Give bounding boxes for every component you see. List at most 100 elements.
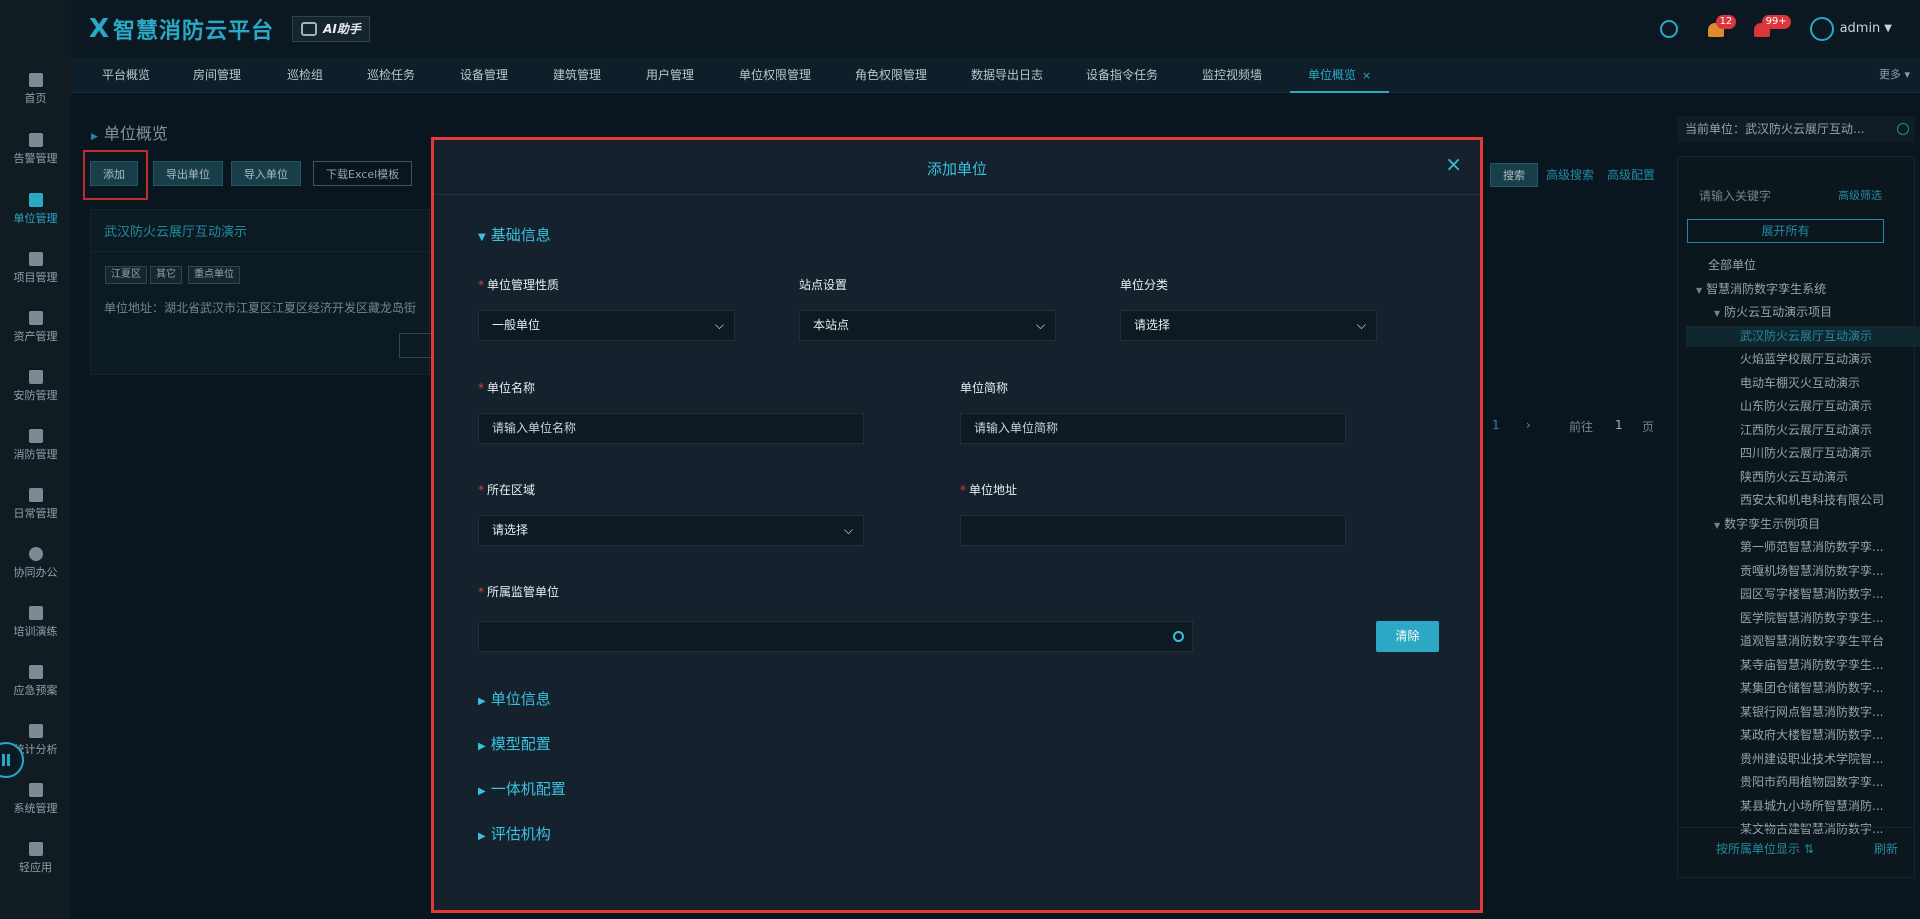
- tab-patrol-group[interactable]: 巡检组: [287, 57, 323, 93]
- tab-unit-permission[interactable]: 单位权限管理: [739, 57, 811, 93]
- nav-item-asset[interactable]: 资产管理: [0, 298, 71, 356]
- tab-video-wall[interactable]: 监控视频墙: [1202, 57, 1262, 93]
- region-label-text: 所在区域: [487, 483, 536, 497]
- nav-item-project[interactable]: 项目管理: [0, 239, 71, 297]
- mgmt-nature-label: * 单位管理性质: [478, 276, 559, 293]
- caret-right-icon: ▶: [478, 831, 486, 842]
- close-icon[interactable]: ×: [1445, 154, 1462, 174]
- warning-badge: 12: [1715, 14, 1737, 29]
- region-value: 请选择: [492, 523, 529, 537]
- logo-mark: X: [89, 13, 110, 44]
- section-unit-info-label: 单位信息: [490, 690, 551, 708]
- nav-item-fire[interactable]: 消防管理: [0, 416, 71, 474]
- nav-item-home[interactable]: 首页: [0, 60, 71, 118]
- mgmt-nature-label-text: 单位管理性质: [487, 278, 560, 292]
- tab-role-permission[interactable]: 角色权限管理: [855, 57, 927, 93]
- emergency-icon: [28, 664, 43, 679]
- tab-device[interactable]: 设备管理: [460, 57, 508, 93]
- top-header: X 智慧消防云平台 AI助手 12 99+ admin ▼: [71, 0, 1920, 57]
- tab-room[interactable]: 房间管理: [193, 57, 241, 93]
- nav-item-unit[interactable]: 单位管理: [0, 180, 71, 238]
- nav-item-system[interactable]: 系统管理: [0, 770, 71, 828]
- calendar-icon: [28, 487, 43, 502]
- chevron-down-icon: ⌵: [1035, 318, 1045, 332]
- supervisor-label-text: 所属监管单位: [487, 585, 560, 599]
- required-mark: *: [960, 483, 966, 497]
- ai-assistant-label: AI助手: [323, 22, 361, 36]
- shield-icon: [28, 369, 43, 384]
- section-integrated-config-label: 一体机配置: [490, 780, 566, 798]
- chevron-down-icon[interactable]: ▼: [1884, 23, 1892, 34]
- user-name[interactable]: admin: [1840, 21, 1881, 36]
- short-name-input[interactable]: 请输入单位简称: [960, 413, 1346, 444]
- ai-assistant-button[interactable]: AI助手: [292, 15, 370, 42]
- section-basic-info-label: 基础信息: [490, 226, 551, 244]
- dialog-title: 添加单位: [926, 160, 987, 178]
- mgmt-nature-select[interactable]: 一般单位 ⌵: [478, 310, 735, 341]
- region-label: * 所在区域: [478, 481, 535, 498]
- apps-icon: [28, 841, 43, 856]
- header-actions: 12 99+ admin ▼: [1659, 0, 1920, 57]
- app-root: 首页 告警管理 单位管理 项目管理 资产管理 安防管理 消防管理 日常管理 协同…: [0, 0, 1920, 919]
- unit-icon: [28, 192, 43, 207]
- supervisor-input[interactable]: [478, 621, 1193, 652]
- region-select[interactable]: 请选择 ⌵: [478, 515, 864, 546]
- voice-bar-icon: [2, 754, 5, 766]
- alarm-notification[interactable]: 99+: [1753, 14, 1791, 37]
- mgmt-nature-value: 一般单位: [492, 318, 541, 332]
- chevron-down-icon: ⌵: [1356, 318, 1366, 332]
- chevron-down-icon: ⌵: [714, 318, 724, 332]
- caret-right-icon: ▶: [478, 786, 486, 797]
- nav-item-security[interactable]: 安防管理: [0, 357, 71, 415]
- required-mark: *: [478, 483, 484, 497]
- station-value: 本站点: [813, 318, 850, 332]
- search-icon[interactable]: [1173, 631, 1184, 642]
- tab-user[interactable]: 用户管理: [646, 57, 694, 93]
- nav-item-office[interactable]: 协同办公: [0, 534, 71, 592]
- search-icon[interactable]: [1659, 19, 1678, 38]
- avatar[interactable]: [1809, 16, 1834, 41]
- chart-icon: [28, 723, 43, 738]
- caret-down-icon: ▼: [478, 232, 486, 243]
- nav-item-daily[interactable]: 日常管理: [0, 475, 71, 533]
- address-input[interactable]: [960, 515, 1346, 546]
- training-icon: [28, 605, 43, 620]
- section-model-config-label: 模型配置: [490, 735, 551, 753]
- asset-icon: [28, 310, 43, 325]
- unit-name-input[interactable]: 请输入单位名称: [478, 413, 864, 444]
- section-unit-info[interactable]: ▶ 单位信息: [478, 688, 551, 709]
- nav-item-lightapp[interactable]: 轻应用: [0, 829, 71, 887]
- tab-unit-overview-label: 单位概览: [1308, 68, 1357, 82]
- alarm-badge: 99+: [1761, 14, 1791, 29]
- warning-notification[interactable]: 12: [1707, 14, 1737, 37]
- tabs-more[interactable]: 更多 ▾: [1879, 57, 1910, 93]
- logo-text: 智慧消防云平台: [113, 18, 275, 44]
- tab-device-command[interactable]: 设备指令任务: [1086, 57, 1158, 93]
- tab-platform-overview[interactable]: 平台概览: [102, 57, 150, 93]
- section-assessment[interactable]: ▶ 评估机构: [478, 823, 551, 844]
- dialog-header: 添加单位 ×: [434, 140, 1480, 195]
- required-mark: *: [478, 381, 484, 395]
- tab-building[interactable]: 建筑管理: [553, 57, 601, 93]
- address-label: * 单位地址: [960, 481, 1017, 498]
- add-unit-dialog: 添加单位 × ▼ 基础信息 * 单位管理性质 一般单位 ⌵ 站点设置 本站点 ⌵ 单位分…: [431, 137, 1483, 913]
- nav-item-training[interactable]: 培训演练: [0, 593, 71, 651]
- tab-unit-overview[interactable]: 单位概览 ×: [1290, 57, 1390, 93]
- close-tab-icon[interactable]: ×: [1362, 69, 1371, 82]
- section-model-config[interactable]: ▶ 模型配置: [478, 733, 551, 754]
- short-name-label: 单位简称: [960, 381, 1009, 395]
- category-select[interactable]: 请选择 ⌵: [1120, 310, 1377, 341]
- address-label-text: 单位地址: [969, 483, 1018, 497]
- unit-name-label: * 单位名称: [478, 379, 535, 396]
- section-basic-info[interactable]: ▼ 基础信息: [478, 224, 551, 245]
- station-label: 站点设置: [799, 278, 848, 292]
- tab-patrol-task[interactable]: 巡检任务: [367, 57, 415, 93]
- tab-export-log[interactable]: 数据导出日志: [971, 57, 1043, 93]
- section-integrated-config[interactable]: ▶ 一体机配置: [478, 778, 566, 799]
- station-select[interactable]: 本站点 ⌵: [799, 310, 1056, 341]
- caret-right-icon: ▶: [478, 741, 486, 752]
- clear-button[interactable]: 清除: [1376, 621, 1439, 652]
- nav-item-alarm[interactable]: 告警管理: [0, 120, 71, 178]
- office-icon: [28, 546, 43, 561]
- nav-item-emergency[interactable]: 应急预案: [0, 652, 71, 710]
